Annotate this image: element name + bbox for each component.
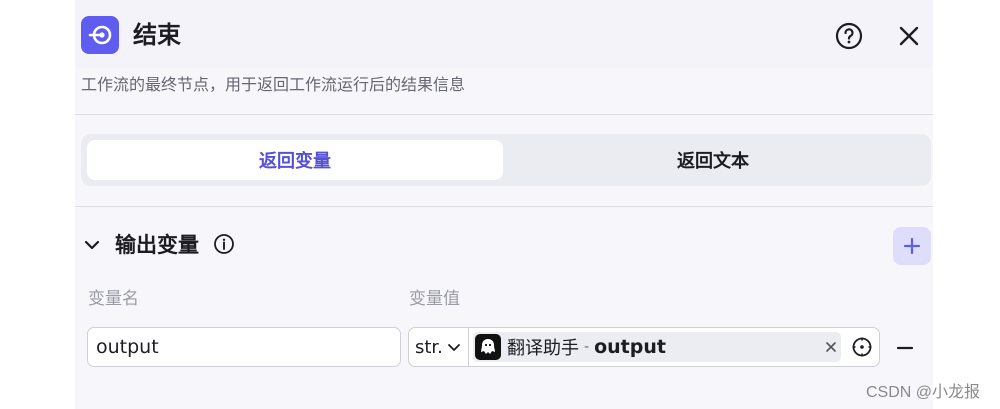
remove-variable-button[interactable] (895, 338, 915, 358)
divider (75, 206, 933, 207)
tab-return-variables[interactable]: 返回变量 (87, 140, 503, 180)
variable-name-input[interactable] (87, 327, 401, 367)
end-node-panel: 结束 工作流的最终节点，用于返回工作流运行后的结果信息 返回变量 返回文本 输出… (75, 0, 933, 409)
watermark: CSDN @小龙报 (866, 384, 981, 401)
close-icon[interactable] (895, 22, 923, 50)
llm-node-icon (475, 334, 501, 360)
clear-reference-icon[interactable] (823, 339, 839, 355)
chevron-down-icon[interactable] (83, 236, 101, 254)
page-title: 结束 (133, 21, 181, 49)
reference-variable-name: output (594, 336, 666, 358)
type-select-value: str. (415, 336, 443, 358)
add-variable-button[interactable] (893, 227, 931, 265)
tab-return-text[interactable]: 返回文本 (505, 140, 921, 180)
info-icon[interactable] (213, 233, 235, 255)
panel-header: 结束 (75, 0, 933, 68)
reference-separator: - (584, 339, 590, 355)
divider (75, 114, 933, 115)
chevron-down-icon (446, 339, 462, 355)
node-description: 工作流的最终节点，用于返回工作流运行后的结果信息 (81, 75, 466, 94)
help-icon[interactable] (835, 22, 863, 50)
reference-node-name: 翻译助手 (507, 338, 579, 359)
section-title: 输出变量 (115, 233, 199, 257)
variable-value-field: str. 翻译助手 - output (408, 327, 880, 367)
column-header-name: 变量名 (88, 289, 139, 309)
variable-picker-icon[interactable] (851, 336, 873, 358)
type-select[interactable]: str. (409, 328, 469, 366)
column-header-value: 变量值 (409, 289, 460, 309)
return-mode-tabs: 返回变量 返回文本 (81, 134, 931, 186)
variable-reference-tag: 翻译助手 - output (473, 332, 841, 362)
end-node-icon (81, 16, 119, 54)
